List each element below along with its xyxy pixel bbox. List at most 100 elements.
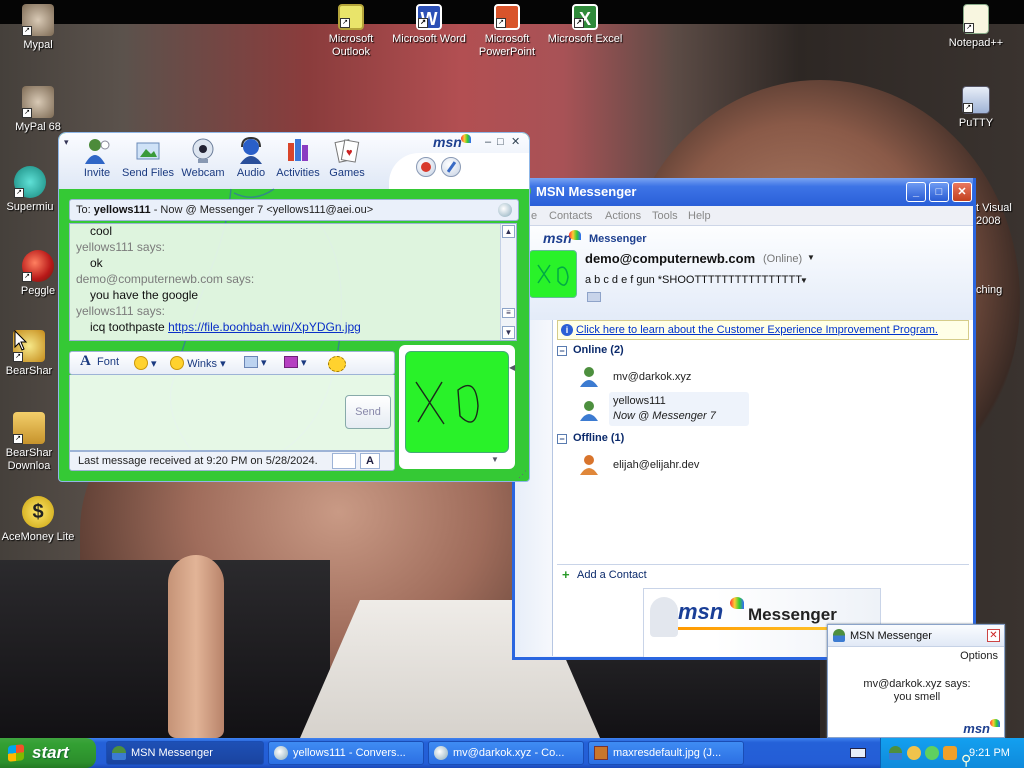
start-button[interactable]: start	[0, 738, 96, 768]
menu-tools[interactable]: Tools	[652, 206, 678, 226]
keyboard-icon[interactable]	[850, 748, 866, 758]
msn-messenger-window[interactable]: MSN Messenger _ □ ✕ e Contacts Actions T…	[512, 178, 976, 660]
group-offline[interactable]: − Offline (1)	[557, 432, 624, 444]
text-tab[interactable]: A	[360, 453, 380, 469]
acemoney-icon-image: $	[22, 496, 54, 528]
add-contact-link[interactable]: + Add a Contact	[557, 564, 969, 584]
word-icon[interactable]: W ↗ Microsoft Word	[391, 4, 467, 46]
msn-menubar: e Contacts Actions Tools Help	[515, 206, 973, 226]
contact-item[interactable]: yellows111 Now @ Messenger 7	[579, 392, 779, 428]
notepadpp-icon[interactable]: ↗ Notepad++	[938, 4, 1014, 50]
message-text: icq toothpaste	[90, 320, 165, 334]
font-icon[interactable]: A	[80, 353, 91, 370]
bearshare-tray-icon[interactable]	[907, 746, 921, 760]
bearshare-icon[interactable]: ↗ BearShar	[0, 330, 58, 378]
maximize-button[interactable]: □	[497, 137, 504, 148]
message-link[interactable]: https://file.boohbah.win/XpYDGn.jpg	[168, 320, 361, 334]
ching-icon[interactable]: ching	[976, 248, 1024, 297]
mypal68-icon-image: ↗	[22, 86, 54, 118]
powerpoint-icon-image: ↗	[494, 4, 520, 30]
menu-file[interactable]: e	[531, 206, 537, 226]
powerpoint-icon[interactable]: ↗ Microsoft PowerPoint	[469, 4, 545, 59]
message-text: cool	[90, 224, 113, 238]
notification-toast[interactable]: MSN Messenger ✕ Options mv@darkok.xyz sa…	[827, 624, 1005, 738]
minimize-button[interactable]: _	[906, 182, 926, 202]
ceip-info-link[interactable]: i Click here to learn about the Customer…	[557, 320, 969, 340]
network-tray-icon[interactable]	[925, 746, 939, 760]
mypal-icon[interactable]: ↗ Mypal	[0, 4, 76, 52]
bearshare-downloads-icon[interactable]: ↗ BearShar Downloa	[0, 412, 58, 473]
status-dropdown-icon[interactable]: ▼	[807, 253, 815, 262]
banner-people-graphic	[650, 597, 678, 637]
send-button[interactable]: Send	[345, 395, 391, 429]
audio-button[interactable]: Audio	[225, 136, 277, 179]
close-button[interactable]: ✕	[952, 182, 972, 202]
clock: 9:21 PM	[969, 747, 1010, 759]
menu-help[interactable]: Help	[688, 206, 711, 226]
putty-icon[interactable]: ↗ PuTTY	[938, 86, 1014, 130]
excel-icon[interactable]: X ↗ Microsoft Excel	[547, 4, 623, 46]
acemoney-icon[interactable]: $ AceMoney Lite	[0, 496, 76, 544]
msn-profile-header: msn Messenger demo@computernewb.com (Onl…	[515, 226, 973, 322]
activities-button[interactable]: Activities	[272, 137, 324, 179]
mypal68-icon[interactable]: ↗ MyPal 68	[0, 86, 76, 134]
toast-close-button[interactable]: ✕	[987, 629, 1000, 642]
background-button[interactable]	[441, 157, 461, 177]
message-sender: yellows111 says:	[76, 240, 165, 254]
scroll-thumb[interactable]: ≡	[502, 308, 515, 318]
maximize-button[interactable]: □	[929, 182, 949, 202]
task-image-viewer[interactable]: maxresdefault.jpg (J...	[588, 741, 744, 765]
close-button[interactable]: ✕	[511, 137, 520, 148]
contact-display-picture[interactable]	[405, 351, 509, 453]
minimize-button[interactable]: –	[485, 137, 491, 148]
menu-actions[interactable]: Actions	[605, 206, 641, 226]
msn-window-titlebar[interactable]: MSN Messenger _ □ ✕	[515, 178, 973, 206]
collapse-icon: −	[557, 434, 567, 444]
mail-icon[interactable]	[587, 292, 601, 302]
visual-studio-icon[interactable]: t Visual 2008	[976, 170, 1024, 228]
dp-dropdown-icon[interactable]: ▼	[491, 455, 499, 464]
toast-message[interactable]: mv@darkok.xyz says: you smell	[828, 678, 1006, 704]
winks-button[interactable]: Winks ▾	[170, 356, 226, 370]
nudge-button[interactable]	[328, 356, 346, 372]
font-button[interactable]: Font	[97, 356, 119, 368]
conversation-window[interactable]: ▾ Invite Send Files Webcam Audio Activit…	[58, 132, 530, 482]
webcam-button[interactable]: Webcam	[177, 137, 229, 179]
block-button[interactable]	[416, 157, 436, 177]
task-conversation-mv[interactable]: mv@darkok.xyz - Co...	[428, 741, 584, 765]
group-online[interactable]: − Online (2)	[557, 344, 624, 356]
task-conversation-yellows111[interactable]: yellows111 - Convers...	[268, 741, 424, 765]
msn-tray-icon[interactable]	[889, 746, 902, 760]
banner-text: Messenger	[748, 605, 837, 624]
message-history[interactable]: cool yellows111 says: ok demo@computerne…	[69, 223, 517, 341]
gift-button[interactable]: ▾	[284, 356, 307, 369]
my-status[interactable]: (Online)	[763, 253, 802, 265]
pm-dropdown-icon[interactable]: ▼	[800, 276, 808, 285]
task-msn-messenger[interactable]: MSN Messenger	[106, 741, 264, 765]
toast-text: you smell	[893, 691, 941, 703]
outlook-icon[interactable]: ↗ Microsoft Outlook	[313, 4, 389, 59]
my-display-name[interactable]: demo@computernewb.com	[585, 251, 755, 266]
offline-buddy-icon	[580, 455, 598, 475]
resize-grip[interactable]: ⋰	[518, 469, 527, 480]
menu-contacts[interactable]: Contacts	[549, 206, 592, 226]
send-files-button[interactable]: Send Files	[122, 137, 174, 179]
invite-button[interactable]: Invite	[71, 137, 123, 179]
my-display-picture[interactable]	[529, 250, 577, 298]
scroll-down-arrow[interactable]: ▼	[502, 326, 515, 339]
history-scrollbar[interactable]: ▲ ≡ ▼	[500, 224, 516, 340]
supermium-icon[interactable]: ↗ Supermiu	[0, 166, 60, 214]
webcam-icon	[189, 137, 217, 165]
wink-icon	[170, 356, 184, 370]
games-button[interactable]: ♥ Games	[321, 137, 373, 179]
emoticon-button[interactable]: ▾	[134, 356, 157, 370]
security-tray-icon[interactable]	[943, 746, 957, 760]
ceip-link-text: Click here to learn about the Customer E…	[576, 324, 938, 336]
collapse-panel-arrow[interactable]: ◀	[509, 363, 515, 372]
contact-card-icon[interactable]	[498, 203, 512, 217]
personal-message[interactable]: a b c d e f gun *SHOOTTTTTTTTTTTTTTTT-	[585, 274, 805, 286]
toast-options-link[interactable]: Options	[960, 650, 998, 662]
background-picker-button[interactable]: ▾	[244, 356, 267, 369]
scroll-up-arrow[interactable]: ▲	[502, 225, 515, 238]
handwriting-tab[interactable]	[332, 453, 356, 469]
